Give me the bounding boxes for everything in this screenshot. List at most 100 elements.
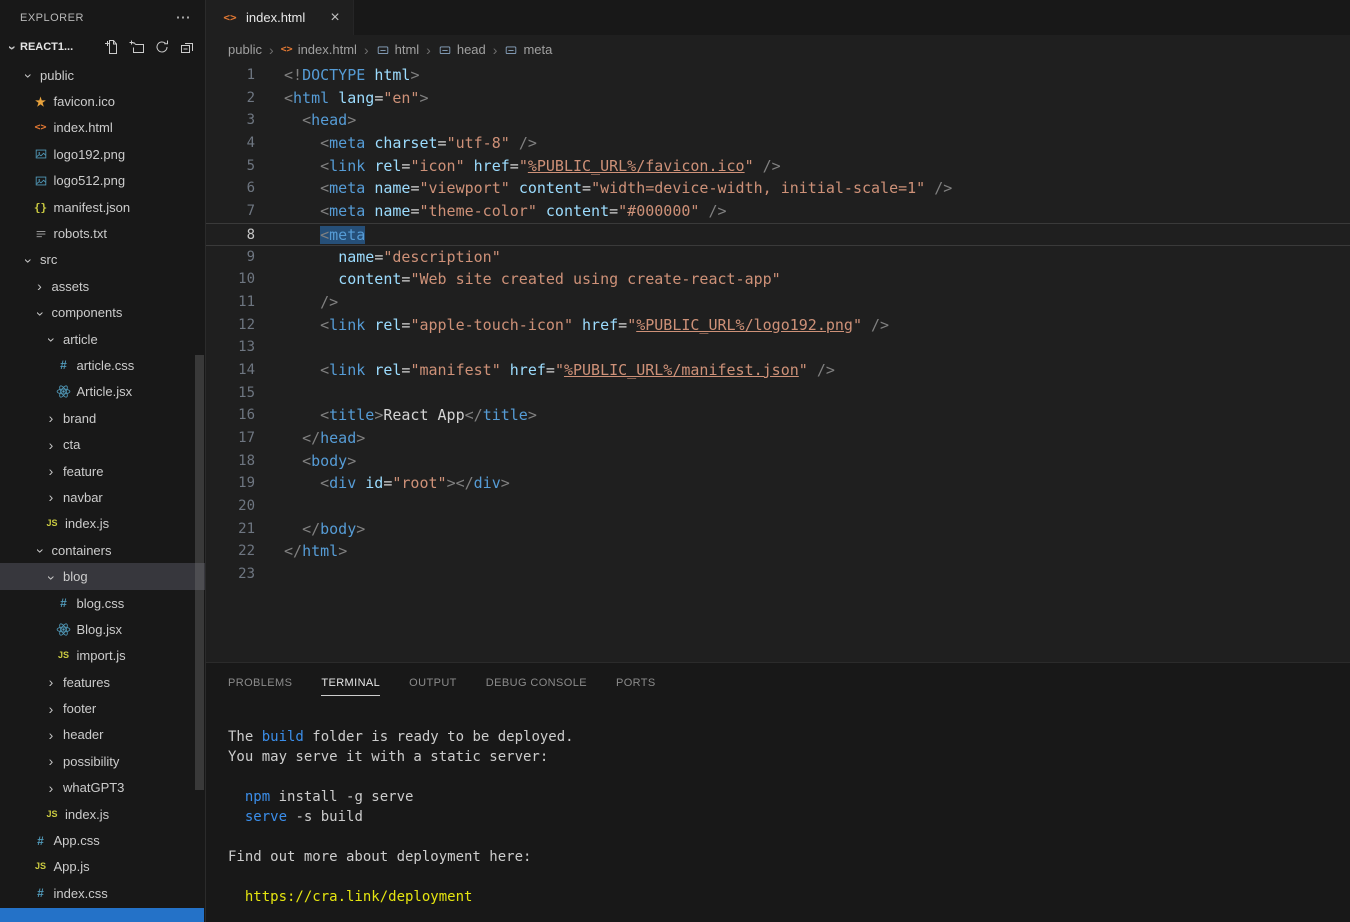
tree-item-favicon-ico[interactable]: ★favicon.ico: [0, 88, 205, 114]
line-number: 17: [206, 427, 255, 450]
css-file-icon: #: [55, 359, 73, 371]
tree-item-assets[interactable]: ›assets: [0, 273, 205, 299]
tree-item-logo192-png[interactable]: logo192.png: [0, 141, 205, 167]
tree-item-feature[interactable]: ›feature: [0, 458, 205, 484]
image-file-icon: [32, 174, 50, 188]
tree-item-article-css[interactable]: # article.css: [0, 352, 205, 378]
code-line-content[interactable]: <div id="root"></div>: [284, 472, 510, 495]
code-line-content[interactable]: <meta name="theme-color" content="#00000…: [284, 200, 727, 223]
code-line-content[interactable]: <head>: [284, 109, 356, 132]
tree-item-app-js[interactable]: JSApp.js: [0, 854, 205, 880]
new-file-icon: [104, 39, 120, 55]
js-file-icon: JS: [32, 862, 50, 871]
code-line-content[interactable]: <meta: [284, 224, 365, 245]
tree-item-import-js[interactable]: JSimport.js: [0, 643, 205, 669]
code-line-content[interactable]: content="Web site created using create-r…: [284, 268, 781, 291]
tree-item-brand[interactable]: ›brand: [0, 405, 205, 431]
tree-item-header[interactable]: ›header: [0, 722, 205, 748]
tree-item-blog-jsx[interactable]: Blog.jsx: [0, 616, 205, 642]
tree-item-manifest-json[interactable]: {}manifest.json: [0, 194, 205, 220]
panel-tab-output[interactable]: OUTPUT: [409, 668, 457, 696]
code-line-content[interactable]: </html>: [284, 540, 347, 563]
code-line: 17 </head>: [206, 427, 1350, 450]
code-line: 4 <meta charset="utf-8" />: [206, 132, 1350, 155]
partially-visible-selected-item[interactable]: [0, 908, 204, 922]
terminal[interactable]: The build folder is ready to be deployed…: [206, 701, 1350, 907]
vscode-window: EXPLORER ⋯ › REACT1... ›public★favicon.i…: [0, 0, 1350, 922]
tree-item-index-js[interactable]: JSindex.js: [0, 801, 205, 827]
code-line-content[interactable]: <html lang="en">: [284, 87, 429, 110]
tree-item-possibility[interactable]: ›possibility: [0, 748, 205, 774]
terminal-link[interactable]: https://cra.link/deployment: [245, 889, 473, 905]
tree-item-label: Blog.jsx: [77, 622, 123, 637]
explorer-sidebar: EXPLORER ⋯ › REACT1... ›public★favicon.i…: [0, 0, 206, 922]
code-line-content[interactable]: <meta name="viewport" content="width=dev…: [284, 177, 952, 200]
tree-item-blog[interactable]: ›blog: [0, 563, 205, 589]
breadcrumb-item-meta[interactable]: meta: [504, 42, 552, 57]
sidebar-scrollbar[interactable]: [195, 355, 204, 790]
workspace-row[interactable]: › REACT1...: [0, 35, 205, 59]
code-line-content[interactable]: <link rel="apple-touch-icon" href="%PUBL…: [284, 314, 889, 337]
tree-item-index-html[interactable]: <>index.html: [0, 115, 205, 141]
chevron-down-icon: ›: [44, 569, 60, 585]
tree-item-robots-txt[interactable]: robots.txt: [0, 220, 205, 246]
breadcrumb-item-html[interactable]: html: [376, 42, 420, 57]
tree-item-public[interactable]: ›public: [0, 62, 205, 88]
breadcrumb-item-public[interactable]: public: [228, 42, 262, 57]
code-line: 22</html>: [206, 540, 1350, 563]
refresh-icon: [154, 39, 170, 55]
tree-item-label: index.css: [54, 886, 108, 901]
line-number: 20: [206, 495, 255, 518]
collapse-all-button[interactable]: [177, 37, 197, 57]
tree-item-label: header: [63, 727, 103, 742]
code-line-content[interactable]: <link rel="icon" href="%PUBLIC_URL%/favi…: [284, 155, 781, 178]
code-line-content[interactable]: <!DOCTYPE html>: [284, 64, 419, 87]
code-line: 7 <meta name="theme-color" content="#000…: [206, 200, 1350, 223]
tree-item-src[interactable]: ›src: [0, 247, 205, 273]
code-line: 1<!DOCTYPE html>: [206, 64, 1350, 87]
tree-item-article[interactable]: ›article: [0, 326, 205, 352]
tree-item-cta[interactable]: ›cta: [0, 431, 205, 457]
tree-item-containers[interactable]: ›containers: [0, 537, 205, 563]
code-line-content[interactable]: <body>: [284, 450, 356, 473]
new-file-button[interactable]: [102, 37, 122, 57]
tree-item-components[interactable]: ›components: [0, 300, 205, 326]
tree-item-label: article.css: [77, 358, 135, 373]
tree-item-logo512-png[interactable]: logo512.png: [0, 168, 205, 194]
symbol-tag-icon: [504, 43, 518, 57]
panel-tab-ports[interactable]: PORTS: [616, 668, 656, 696]
code-line-content[interactable]: />: [284, 291, 338, 314]
code-line-content[interactable]: <title>React App</title>: [284, 404, 537, 427]
tree-item-whatgpt3[interactable]: ›whatGPT3: [0, 775, 205, 801]
code-line-content[interactable]: name="description": [284, 246, 501, 269]
tab-index-html[interactable]: <> index.html ×: [206, 0, 354, 35]
tree-item-label: public: [40, 68, 74, 83]
code-area[interactable]: 1<!DOCTYPE html>2<html lang="en">3 <head…: [206, 64, 1350, 586]
tree-item-blog-css[interactable]: #blog.css: [0, 590, 205, 616]
code-line-content[interactable]: </body>: [284, 518, 365, 541]
refresh-button[interactable]: [152, 37, 172, 57]
tree-item-index-css[interactable]: #index.css: [0, 880, 205, 906]
chevron-right-icon: ›: [43, 674, 59, 690]
tree-item-index-js[interactable]: JSindex.js: [0, 511, 205, 537]
more-actions-icon[interactable]: ⋯: [176, 10, 192, 25]
breadcrumb-item-head[interactable]: head: [438, 42, 486, 57]
panel-tab-terminal[interactable]: TERMINAL: [321, 668, 380, 696]
panel-tab-problems[interactable]: PROBLEMS: [228, 668, 292, 696]
tab-bar: <> index.html ×: [206, 0, 1350, 35]
code-line-content[interactable]: <meta charset="utf-8" />: [284, 132, 537, 155]
line-number: 11: [206, 291, 255, 314]
json-file-icon: {}: [32, 202, 50, 213]
code-line-content[interactable]: <link rel="manifest" href="%PUBLIC_URL%/…: [284, 359, 835, 382]
breadcrumb-item-index-html[interactable]: <>index.html: [281, 42, 357, 57]
tree-item-features[interactable]: ›features: [0, 669, 205, 695]
tree-item-article-jsx[interactable]: Article.jsx: [0, 379, 205, 405]
panel-tab-debug-console[interactable]: DEBUG CONSOLE: [486, 668, 587, 696]
tree-item-footer[interactable]: ›footer: [0, 695, 205, 721]
tree-item-app-css[interactable]: #App.css: [0, 827, 205, 853]
code-line: 16 <title>React App</title>: [206, 404, 1350, 427]
code-line-content[interactable]: </head>: [284, 427, 365, 450]
tree-item-navbar[interactable]: ›navbar: [0, 484, 205, 510]
close-icon[interactable]: ×: [325, 8, 345, 28]
new-folder-button[interactable]: [127, 37, 147, 57]
